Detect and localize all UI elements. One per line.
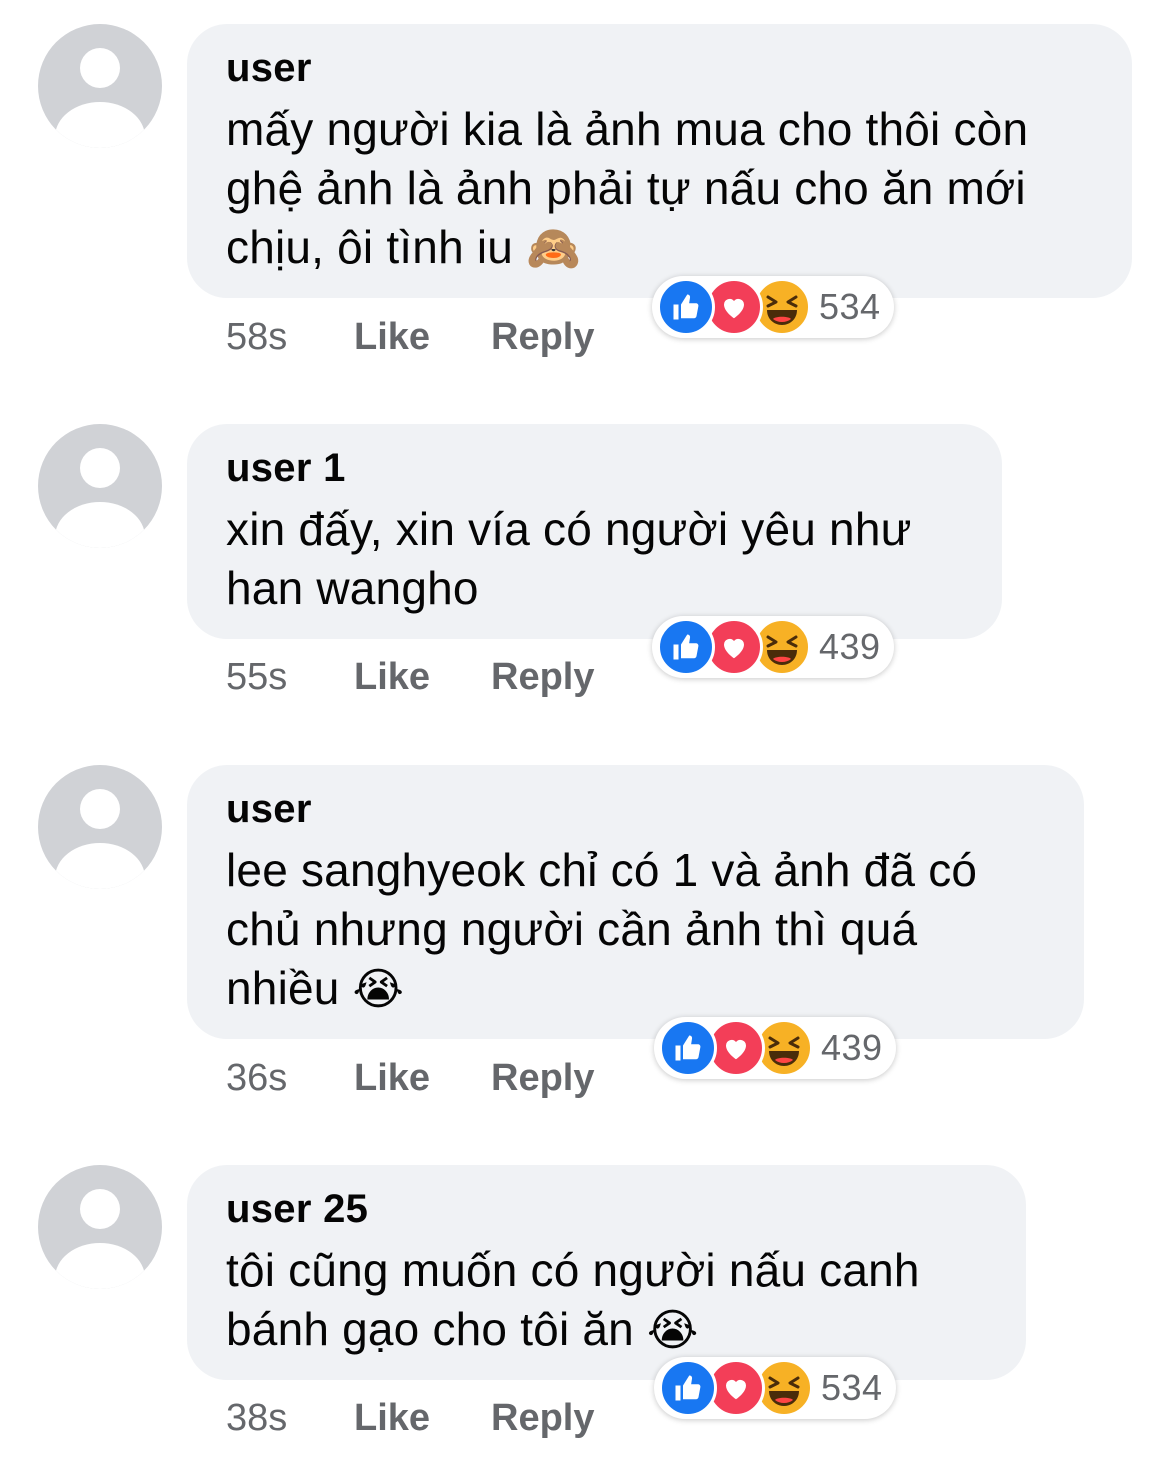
reply-button[interactable]: Reply [491, 656, 594, 699]
like-button[interactable]: Like [354, 1057, 491, 1100]
loudly-crying-face-emoji: 😭 [646, 1305, 699, 1356]
reply-button[interactable]: Reply [491, 1057, 594, 1100]
avatar[interactable] [38, 424, 162, 548]
comment-author[interactable]: user [226, 783, 1044, 835]
avatar-body-shape [55, 1243, 145, 1289]
like-button[interactable]: Like [354, 656, 491, 699]
comment-text: tôi cũng muốn có người nấu canh bánh gạo… [226, 1241, 986, 1360]
like-icon [657, 278, 715, 336]
comment-bubble: user lee sanghyeok chỉ có 1 và ảnh đã có… [187, 765, 1084, 1039]
comment-actions: 38s Like Reply [226, 1397, 594, 1440]
comment-text-body: xin đấy, xin vía có người yêu như han wa… [226, 503, 912, 614]
comment-actions: 55s Like Reply [226, 656, 594, 699]
reaction-count: 534 [819, 286, 881, 327]
reaction-summary[interactable]: 534 [652, 276, 894, 338]
reaction-summary[interactable]: 439 [652, 616, 894, 678]
avatar-body-shape [55, 502, 145, 548]
like-button[interactable]: Like [354, 1397, 491, 1440]
comment-timestamp[interactable]: 55s [226, 656, 354, 699]
comment-actions: 36s Like Reply [226, 1057, 594, 1100]
avatar-head-shape [80, 1189, 120, 1229]
comment-text: mấy người kia là ảnh mua cho thôi còn gh… [226, 100, 1092, 278]
like-button[interactable]: Like [354, 316, 491, 359]
avatar-head-shape [80, 48, 120, 88]
comment-text-body: mấy người kia là ảnh mua cho thôi còn gh… [226, 103, 1029, 273]
reaction-count: 439 [821, 1027, 883, 1068]
comment-text: lee sanghyeok chỉ có 1 và ảnh đã có chủ … [226, 841, 1044, 1019]
comment-bubble: user 25 tôi cũng muốn có người nấu canh … [187, 1165, 1026, 1380]
comment-timestamp[interactable]: 58s [226, 316, 354, 359]
avatar-body-shape [55, 843, 145, 889]
like-icon [657, 618, 715, 676]
avatar-head-shape [80, 789, 120, 829]
reaction-count: 439 [819, 626, 881, 667]
avatar-body-shape [55, 102, 145, 148]
comment-actions: 58s Like Reply [226, 316, 594, 359]
avatar[interactable] [38, 765, 162, 889]
comment-bubble: user mấy người kia là ảnh mua cho thôi c… [187, 24, 1132, 298]
comment-timestamp[interactable]: 38s [226, 1397, 354, 1440]
comment-text-body: lee sanghyeok chỉ có 1 và ảnh đã có chủ … [226, 844, 978, 1014]
reaction-count: 534 [821, 1367, 883, 1408]
comment-bubble: user 1 xin đấy, xin vía có người yêu như… [187, 424, 1002, 639]
like-icon [659, 1019, 717, 1077]
comment-text-body: tôi cũng muốn có người nấu canh bánh gạo… [226, 1244, 920, 1355]
reaction-summary[interactable]: 439 [654, 1017, 896, 1079]
see-no-evil-monkey-emoji: 🙈 [526, 223, 582, 274]
comment-author[interactable]: user 1 [226, 442, 962, 494]
reply-button[interactable]: Reply [491, 1397, 594, 1440]
comment-author[interactable]: user [226, 42, 1092, 94]
comment-author[interactable]: user 25 [226, 1183, 986, 1235]
loudly-crying-face-emoji: 😭 [352, 964, 405, 1015]
avatar[interactable] [38, 24, 162, 148]
reaction-summary[interactable]: 534 [654, 1357, 896, 1419]
reply-button[interactable]: Reply [491, 316, 594, 359]
avatar-head-shape [80, 448, 120, 488]
like-icon [659, 1359, 717, 1417]
comment-timestamp[interactable]: 36s [226, 1057, 354, 1100]
comment-text: xin đấy, xin vía có người yêu như han wa… [226, 500, 962, 618]
avatar[interactable] [38, 1165, 162, 1289]
